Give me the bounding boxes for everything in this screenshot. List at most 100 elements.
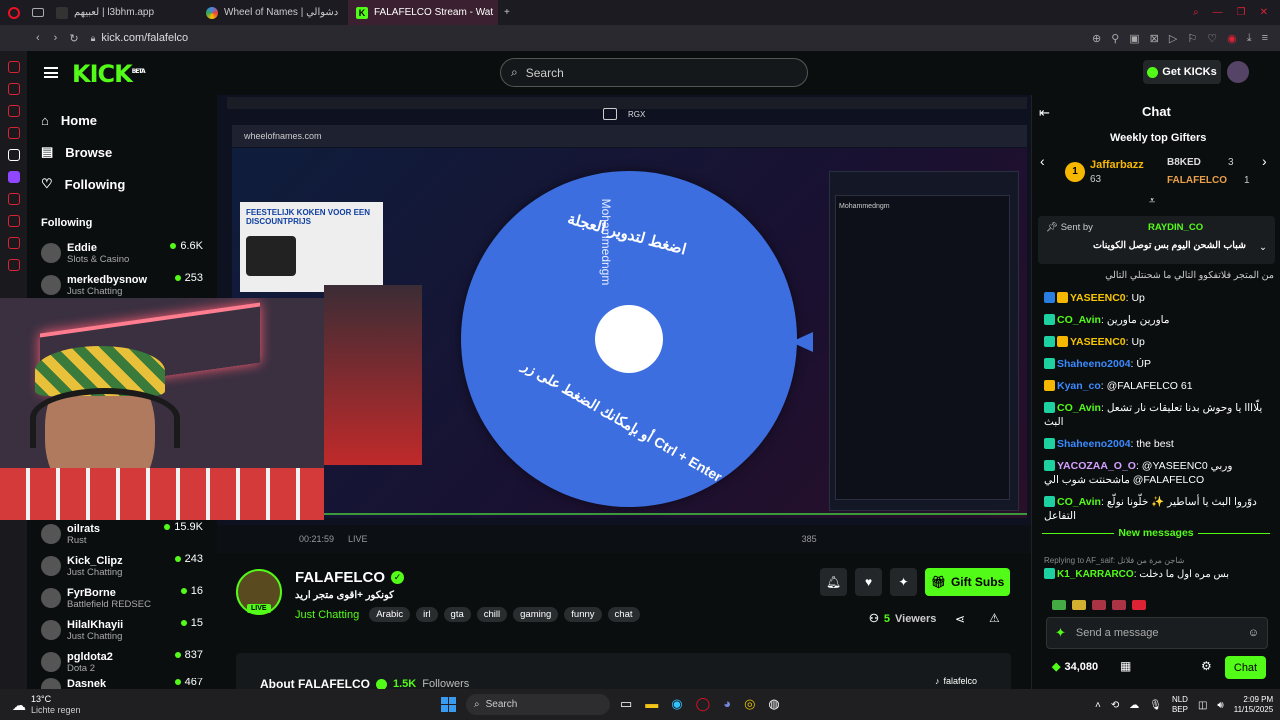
tag[interactable]: chat: [607, 607, 640, 622]
heart-icon[interactable]: ♡: [1207, 32, 1217, 45]
settings-icon[interactable]: [7, 259, 20, 271]
chat-username[interactable]: Shaheeno2004: [1057, 358, 1131, 370]
discord-icon[interactable]: ◕: [723, 696, 731, 712]
obs-icon[interactable]: ◍: [768, 696, 779, 712]
search-input[interactable]: ⌕ Search: [500, 58, 808, 87]
gifter-third-name[interactable]: FALAFELCO: [1167, 175, 1227, 186]
collapse-chat-icon[interactable]: ⇤: [1039, 105, 1050, 121]
back-icon[interactable]: ‹: [36, 32, 40, 44]
mic-icon[interactable]: 🎙︎: [1149, 700, 1162, 711]
sidebar-channel[interactable]: Eddie Slots & Casino 6.6K: [41, 237, 217, 269]
chat-username[interactable]: YASEENC0: [1070, 336, 1126, 348]
start-button[interactable]: [441, 697, 456, 712]
sidebar-channel[interactable]: Dasnek 467: [41, 678, 217, 689]
gifters-next-icon[interactable]: ›: [1262, 153, 1267, 169]
url-field[interactable]: kick.com/falafelco: [101, 32, 188, 44]
sidebar-channel[interactable]: pgldota2 Dota 2 837: [41, 646, 217, 678]
new-messages-divider[interactable]: New messages: [1042, 527, 1270, 547]
weather-widget[interactable]: ☁ 13°C Lichte regen: [12, 694, 81, 716]
chat-input[interactable]: ✦ Send a message ☺: [1046, 617, 1268, 649]
pinned-user[interactable]: RAYDIN_CO: [1148, 222, 1203, 233]
pinned-expand-icon[interactable]: ⌄: [1259, 242, 1267, 253]
nav-home[interactable]: ⌂ Home: [27, 107, 217, 134]
cloud-icon[interactable]: ☁: [1129, 700, 1139, 711]
kicks-balance[interactable]: ◆ 34,080: [1052, 660, 1098, 674]
edge-icon[interactable]: ◉: [671, 696, 682, 712]
nav-browse[interactable]: ▤ Browse: [27, 138, 217, 166]
tag[interactable]: chill: [476, 607, 508, 622]
screenshot-icon[interactable]: ▣: [1129, 32, 1139, 45]
forward-icon[interactable]: ›: [54, 32, 58, 44]
chat-username[interactable]: YASEENC0: [1070, 292, 1126, 304]
get-kicks-button[interactable]: Get KICKs: [1143, 60, 1221, 84]
chat-username[interactable]: YACOZAA_O_O: [1057, 460, 1136, 472]
bookmark-icon[interactable]: ⚐: [1187, 32, 1197, 45]
sidebar-channel[interactable]: HilalKhayii Just Chatting 15: [41, 614, 217, 646]
play-icon[interactable]: ▷: [1169, 32, 1177, 45]
adblock-icon[interactable]: ⊠: [1150, 32, 1159, 45]
tag[interactable]: funny: [564, 607, 602, 622]
wallet-icon[interactable]: ◉: [1227, 32, 1237, 45]
chat-username[interactable]: CO_Avin: [1057, 314, 1101, 326]
tiktok-link[interactable]: ♪ falafelco: [935, 676, 977, 686]
new-tab-button[interactable]: +: [498, 7, 516, 18]
volume-icon[interactable]: 🔊︎: [1217, 700, 1223, 711]
sparkle-button[interactable]: ✦: [890, 568, 917, 596]
gifter-second-name[interactable]: B8KED: [1167, 157, 1201, 168]
category-link[interactable]: Just Chatting: [295, 609, 359, 621]
chat-username[interactable]: Kyan_co: [1057, 380, 1101, 392]
opera-icon[interactable]: ◯: [696, 696, 711, 712]
gifter-top-name[interactable]: Jaffarbazz: [1090, 159, 1144, 171]
tag[interactable]: gaming: [513, 607, 559, 622]
tag[interactable]: Arabic: [369, 607, 411, 622]
report-icon[interactable]: ⚠: [989, 611, 1000, 625]
tab-wheel-of-names[interactable]: Wheel of Names | دشوالي: [198, 0, 348, 25]
nav-following[interactable]: ♡ Following: [27, 170, 217, 198]
sidebar-app-icon[interactable]: [7, 127, 20, 139]
search-tabs-icon[interactable]: ⌕: [1193, 7, 1199, 18]
zoom-icon[interactable]: ⊕: [1092, 32, 1101, 45]
clock[interactable]: 2:09 PM 11/15/2025: [1234, 695, 1273, 715]
emoji-icon[interactable]: ☺: [1248, 627, 1259, 639]
sidebar-app-icon[interactable]: [7, 105, 20, 117]
minimize-icon[interactable]: —: [1213, 7, 1223, 18]
sidebar-app-icon[interactable]: [7, 193, 20, 205]
notification-bell-button[interactable]: 🔔︎: [820, 568, 847, 596]
extension-icon[interactable]: ⚲: [1111, 32, 1119, 45]
follow-button[interactable]: ♥: [855, 568, 882, 596]
sidebar-channel[interactable]: FyrBorne Battlefield REDSEC 16: [41, 582, 217, 614]
chrome-icon[interactable]: ◎: [744, 696, 755, 712]
wifi-icon[interactable]: ◫: [1198, 700, 1207, 711]
kick-logo[interactable]: KICKBETA: [72, 60, 146, 88]
chat-username[interactable]: CO_Avin: [1057, 496, 1101, 508]
store-icon[interactable]: ▦: [1120, 659, 1131, 673]
opera-logo-icon[interactable]: [0, 6, 28, 19]
sidebar-app-icon[interactable]: [7, 237, 20, 249]
chat-username[interactable]: CO_Avin: [1057, 402, 1101, 414]
tab-l3bhm[interactable]: لعبيهم | l3bhm.app: [48, 0, 198, 25]
sidebar-channel[interactable]: Kick_Clipz Just Chatting 243: [41, 550, 217, 582]
taskbar-search[interactable]: ⌕ Search: [466, 694, 610, 715]
network-icon[interactable]: ⟲: [1111, 700, 1119, 711]
chevron-up-icon[interactable]: ˄: [1095, 700, 1101, 711]
sidebar-app-icon[interactable]: [7, 215, 20, 227]
expand-gifters-icon[interactable]: ⩡: [1149, 195, 1155, 208]
twitch-icon[interactable]: [7, 171, 20, 183]
sidebar-app-icon[interactable]: [7, 149, 20, 161]
download-icon[interactable]: ⤓: [1247, 32, 1252, 45]
sidebar-app-icon[interactable]: [7, 61, 20, 73]
close-icon[interactable]: ✕: [1260, 7, 1268, 18]
tab-falafelco[interactable]: KFALAFELCO Stream - Wat✕: [348, 0, 498, 25]
sidebar-channel[interactable]: oilrats Rust 15.9K: [41, 518, 217, 550]
popout-icon[interactable]: [603, 108, 617, 120]
chat-settings-icon[interactable]: ⚙: [1201, 659, 1212, 673]
tag[interactable]: gta: [443, 607, 471, 622]
gifters-prev-icon[interactable]: ‹: [1040, 153, 1045, 169]
chat-username[interactable]: K1_KARRARCO: [1057, 569, 1134, 580]
reload-icon[interactable]: ↻: [69, 32, 78, 45]
language-indicator[interactable]: NLD BEP: [1172, 695, 1188, 715]
sidebar-app-icon[interactable]: [7, 83, 20, 95]
chat-username[interactable]: Shaheeno2004: [1057, 438, 1131, 450]
maximize-icon[interactable]: ❐: [1237, 7, 1246, 18]
chat-send-button[interactable]: Chat: [1225, 656, 1266, 679]
